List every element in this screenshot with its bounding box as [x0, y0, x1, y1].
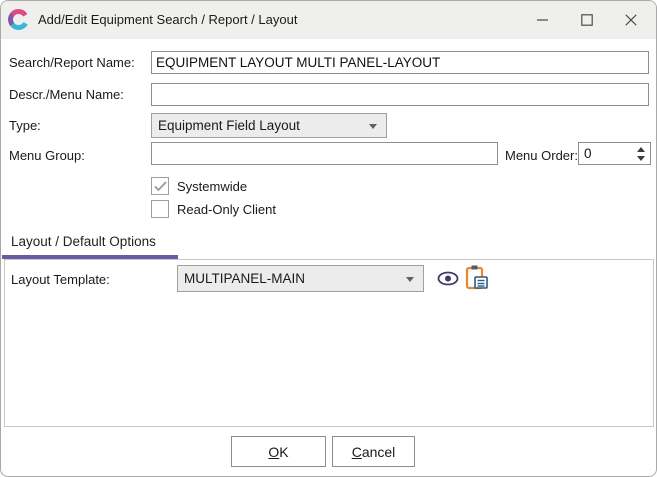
chevron-down-icon	[369, 124, 377, 129]
systemwide-label: Systemwide	[177, 179, 247, 194]
maximize-icon	[581, 14, 593, 26]
minimize-icon	[537, 14, 549, 26]
chevron-down-icon	[406, 277, 414, 282]
cancel-button[interactable]: Cancel	[332, 436, 415, 467]
read-only-client-label: Read-Only Client	[177, 202, 276, 217]
layout-template-dropdown[interactable]: MULTIPANEL-MAIN	[177, 265, 424, 292]
minimize-button[interactable]	[521, 1, 565, 39]
menu-order-value: 0	[584, 146, 592, 161]
titlebar[interactable]: Add/Edit Equipment Search / Report / Lay…	[1, 1, 656, 39]
close-button[interactable]	[609, 1, 653, 39]
type-dropdown[interactable]: Equipment Field Layout	[151, 113, 387, 138]
layout-template-value: MULTIPANEL-MAIN	[184, 271, 305, 286]
type-label: Type:	[9, 118, 41, 133]
spinner-up-icon[interactable]	[637, 147, 645, 152]
clipboard-icon	[465, 264, 489, 291]
app-logo-icon	[8, 9, 29, 30]
read-only-client-checkbox[interactable]	[151, 200, 169, 218]
cancel-button-label: Cancel	[352, 444, 396, 460]
layout-template-label: Layout Template:	[11, 272, 110, 287]
search-report-name-label: Search/Report Name:	[9, 55, 135, 70]
preview-button[interactable]	[435, 267, 461, 289]
descr-menu-name-input[interactable]	[151, 83, 649, 106]
menu-group-label: Menu Group:	[9, 148, 85, 163]
close-icon	[625, 14, 637, 26]
dialog-window: Add/Edit Equipment Search / Report / Lay…	[0, 0, 657, 477]
descr-menu-name-label: Descr./Menu Name:	[9, 87, 124, 102]
systemwide-checkbox[interactable]	[151, 177, 169, 195]
menu-group-input[interactable]	[151, 142, 498, 165]
eye-icon	[437, 271, 459, 286]
ok-button-label: OK	[268, 444, 288, 460]
search-report-name-input[interactable]	[151, 51, 649, 74]
check-icon	[154, 181, 167, 192]
window-title: Add/Edit Equipment Search / Report / Lay…	[38, 12, 297, 27]
spinner-down-icon[interactable]	[637, 156, 645, 161]
menu-order-stepper[interactable]: 0	[578, 142, 651, 165]
type-dropdown-value: Equipment Field Layout	[158, 118, 300, 133]
maximize-button[interactable]	[565, 1, 609, 39]
menu-order-label: Menu Order:	[505, 148, 578, 163]
copy-layout-button[interactable]	[464, 263, 490, 291]
tab-layout-default-options[interactable]: Layout / Default Options	[11, 234, 156, 249]
ok-button[interactable]: OK	[231, 436, 326, 467]
